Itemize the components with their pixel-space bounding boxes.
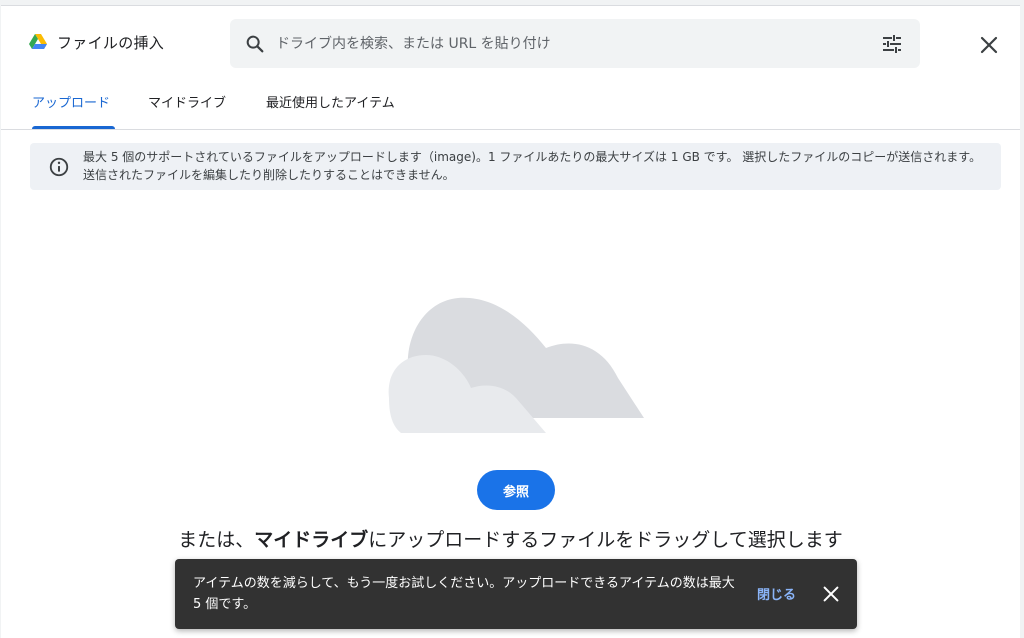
dialog-brand: ファイルの挿入 bbox=[29, 28, 164, 56]
tune-icon[interactable] bbox=[880, 32, 904, 56]
dialog-header: ファイルの挿入 bbox=[1, 6, 1020, 78]
info-icon bbox=[49, 157, 69, 177]
insert-file-dialog: ファイルの挿入 アップ bbox=[1, 5, 1020, 638]
drop-prefix: または、 bbox=[178, 529, 255, 551]
search-icon[interactable] bbox=[244, 33, 266, 55]
tab-bar: アップロード マイドライブ 最近使用したアイテム bbox=[1, 86, 1020, 130]
info-text: 最大 5 個のサポートされているファイルをアップロードします（image)。1 … bbox=[83, 150, 982, 182]
active-tab-indicator bbox=[32, 126, 115, 129]
tab-recent[interactable]: 最近使用したアイテム bbox=[266, 86, 395, 130]
cloud-illustration-icon bbox=[388, 297, 644, 433]
info-banner: 最大 5 個のサポートされているファイルをアップロードします（image)。1 … bbox=[30, 143, 1001, 190]
drop-suffix: にアップロードするファイルをドラッグして選択します bbox=[368, 529, 843, 551]
snackbar-message: アイテムの数を減らして、もう一度お試しください。アップロードできるアイテムの数は… bbox=[193, 576, 735, 612]
dialog-title: ファイルの挿入 bbox=[57, 33, 165, 52]
close-icon[interactable] bbox=[820, 583, 842, 605]
browse-button[interactable]: 参照 bbox=[477, 470, 555, 510]
snackbar-close-button[interactable]: 閉じる bbox=[757, 584, 796, 603]
tab-my-drive[interactable]: マイドライブ bbox=[148, 86, 226, 130]
close-icon[interactable] bbox=[977, 33, 1001, 57]
error-snackbar: アイテムの数を減らして、もう一度お試しください。アップロードできるアイテムの数は… bbox=[175, 559, 857, 629]
search-input[interactable] bbox=[276, 19, 856, 68]
drop-instructions: または、マイドライブにアップロードするファイルをドラッグして選択します bbox=[1, 525, 1020, 552]
drop-destination: マイドライブ bbox=[254, 529, 369, 551]
search-bar[interactable] bbox=[230, 19, 920, 68]
tab-upload[interactable]: アップロード bbox=[32, 86, 110, 130]
google-drive-logo-icon bbox=[29, 34, 47, 49]
